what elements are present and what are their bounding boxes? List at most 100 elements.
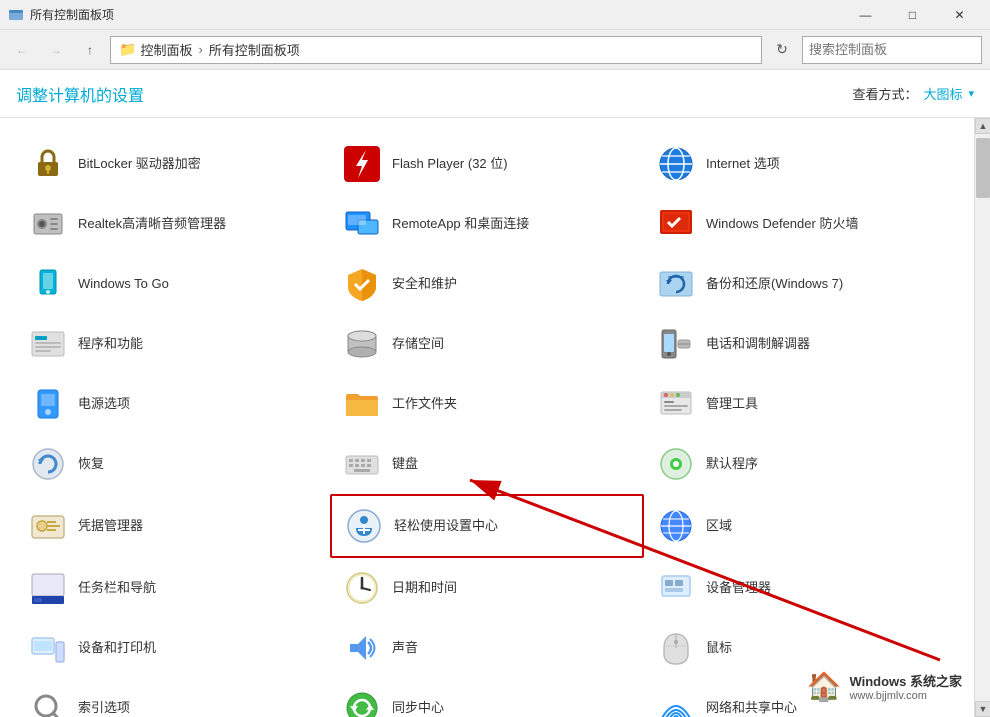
bitlocker-icon [28, 144, 68, 184]
keyboard-label: 键盘 [392, 456, 418, 473]
power-label: 电源选项 [78, 396, 130, 413]
view-control: 查看方式： 大图标 ▾ [852, 84, 974, 103]
scrollbar-down[interactable]: ▼ [975, 701, 990, 717]
storage-icon [342, 324, 382, 364]
panel-item-devices[interactable]: 设备和打印机 [16, 618, 330, 678]
search-label: 索引选项 [78, 700, 130, 717]
panel-item-sync[interactable]: 同步中心 [330, 678, 644, 717]
scrollbar-thumb[interactable] [976, 138, 990, 198]
phone-icon [656, 324, 696, 364]
search-box[interactable]: 🔍 [802, 36, 982, 64]
default-icon [656, 444, 696, 484]
bitlocker-label: BitLocker 驱动器加密 [78, 156, 201, 173]
network-icon [656, 688, 696, 717]
search-input[interactable] [809, 42, 985, 57]
storage-label: 存储空间 [392, 336, 444, 353]
panel-item-taskbar[interactable]: 任务栏和导航 [16, 558, 330, 618]
panel-item-workfolder[interactable]: 工作文件夹 [330, 374, 644, 434]
search-icon [28, 688, 68, 717]
refresh-button[interactable]: ↻ [768, 36, 796, 64]
workfolder-label: 工作文件夹 [392, 396, 457, 413]
main-area: BitLocker 驱动器加密 Flash Player (32 位) Intern… [0, 118, 990, 717]
panel-item-region[interactable]: 区域 [644, 494, 958, 558]
sync-label: 同步中心 [392, 700, 444, 717]
window-icon [8, 7, 24, 23]
page-title: 调整计算机的设置 [16, 82, 144, 106]
panel-item-backup[interactable]: 备份和还原(Windows 7) [644, 254, 958, 314]
internet-icon [656, 144, 696, 184]
panel-item-manage[interactable]: 管理工具 [644, 374, 958, 434]
network-label: 网络和共享中心 [706, 700, 797, 717]
internet-label: Internet 选项 [706, 156, 780, 173]
panel-item-internet[interactable]: Internet 选项 [644, 134, 958, 194]
sync-icon [342, 688, 382, 717]
panel-item-programs[interactable]: 程序和功能 [16, 314, 330, 374]
watermark-text: Windows 系统之家 [849, 671, 962, 690]
panel-item-devmanager[interactable]: 设备管理器 [644, 558, 958, 618]
mouse-label: 鼠标 [706, 640, 732, 657]
sound-label: 声音 [392, 640, 418, 657]
default-label: 默认程序 [706, 456, 758, 473]
mouse-icon [656, 628, 696, 668]
keyboard-icon [342, 444, 382, 484]
backup-icon [656, 264, 696, 304]
forward-button[interactable]: → [42, 36, 70, 64]
scrollbar-up[interactable]: ▲ [975, 118, 990, 134]
window-title: 所有控制面板项 [30, 6, 114, 23]
panel-item-flash[interactable]: Flash Player (32 位) [330, 134, 644, 194]
backup-label: 备份和还原(Windows 7) [706, 276, 843, 293]
panel-item-search[interactable]: 索引选项 [16, 678, 330, 717]
view-label: 查看方式： [852, 84, 917, 103]
up-button[interactable]: ↑ [76, 36, 104, 64]
sound-icon [342, 628, 382, 668]
taskbar-icon [28, 568, 68, 608]
panel-item-keyboard[interactable]: 键盘 [330, 434, 644, 494]
panel-item-windowstogo[interactable]: Windows To Go [16, 254, 330, 314]
breadcrumb-folder-icon: 📁 [119, 41, 136, 58]
workfolder-icon [342, 384, 382, 424]
panel-item-remoteapp[interactable]: RemoteApp 和桌面连接 [330, 194, 644, 254]
panel-item-easyaccess[interactable]: 轻松使用设置中心 [330, 494, 644, 558]
easyaccess-label: 轻松使用设置中心 [394, 518, 498, 535]
phone-label: 电话和调制解调器 [706, 336, 810, 353]
back-button[interactable]: ← [8, 36, 36, 64]
devmanager-icon [656, 568, 696, 608]
remoteapp-label: RemoteApp 和桌面连接 [392, 216, 529, 233]
watermark-url: www.bjjmlv.com [849, 690, 962, 702]
programs-icon [28, 324, 68, 364]
content-area: BitLocker 驱动器加密 Flash Player (32 位) Intern… [0, 118, 974, 717]
power-icon [28, 384, 68, 424]
watermark: 🏠 Windows 系统之家 www.bjjmlv.com [799, 666, 970, 707]
panel-item-defender[interactable]: Windows Defender 防火墙 [644, 194, 958, 254]
panel-item-phone[interactable]: 电话和调制解调器 [644, 314, 958, 374]
credential-icon [28, 506, 68, 546]
remoteapp-icon [342, 204, 382, 244]
panel-item-default[interactable]: 默认程序 [644, 434, 958, 494]
panel-item-sound[interactable]: 声音 [330, 618, 644, 678]
realtek-icon [28, 204, 68, 244]
region-label: 区域 [706, 518, 732, 535]
close-button[interactable]: ✕ [937, 0, 982, 30]
windowstogo-label: Windows To Go [78, 276, 169, 293]
maximize-button[interactable]: □ [890, 0, 935, 30]
address-bar: ← → ↑ 📁 控制面板 › 所有控制面板项 ↻ 🔍 [0, 30, 990, 70]
address-field[interactable]: 📁 控制面板 › 所有控制面板项 [110, 36, 762, 64]
panel-item-datetime[interactable]: 日期和时间 [330, 558, 644, 618]
scrollbar[interactable]: ▲ ▼ [974, 118, 990, 717]
panel-item-realtek[interactable]: Realtek高清晰音频管理器 [16, 194, 330, 254]
devices-icon [28, 628, 68, 668]
panel-item-credential[interactable]: 凭据管理器 [16, 494, 330, 558]
panel-item-storage[interactable]: 存储空间 [330, 314, 644, 374]
chevron-down-icon[interactable]: ▾ [968, 87, 974, 100]
view-value[interactable]: 大图标 [923, 84, 962, 103]
manage-icon [656, 384, 696, 424]
breadcrumb-current: 所有控制面板项 [209, 40, 300, 59]
devmanager-label: 设备管理器 [706, 580, 771, 597]
panel-item-recovery[interactable]: 恢复 [16, 434, 330, 494]
minimize-button[interactable]: — [843, 0, 888, 30]
content-header: 调整计算机的设置 查看方式： 大图标 ▾ [0, 70, 990, 118]
panel-item-bitlocker[interactable]: BitLocker 驱动器加密 [16, 134, 330, 194]
panel-item-security[interactable]: 安全和维护 [330, 254, 644, 314]
panel-item-power[interactable]: 电源选项 [16, 374, 330, 434]
manage-label: 管理工具 [706, 396, 758, 413]
